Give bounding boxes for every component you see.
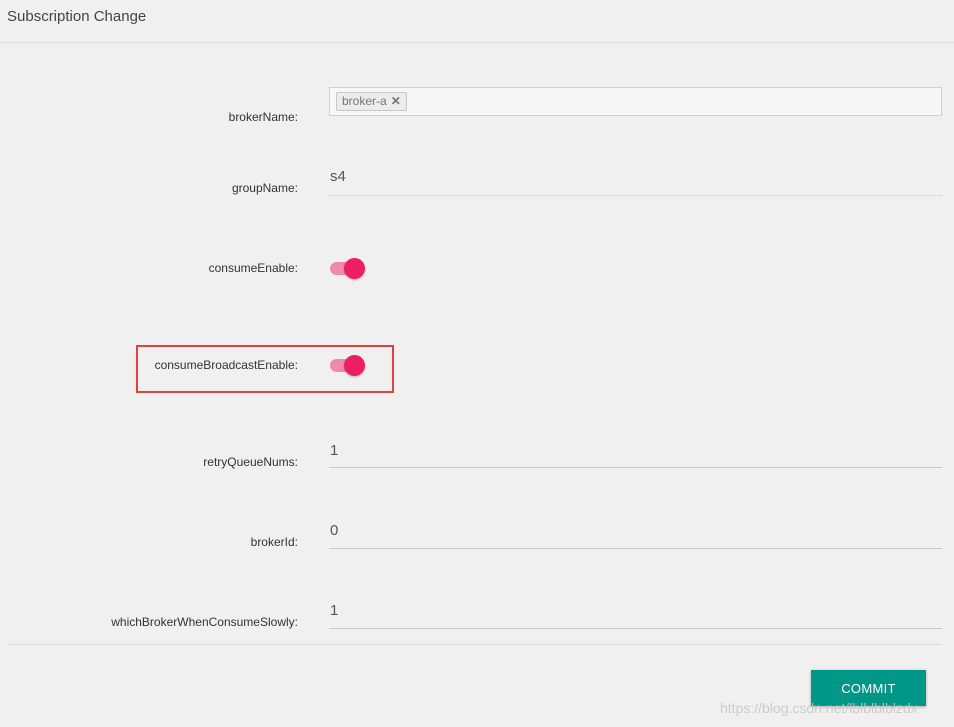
retry-queue-nums-value: 1 — [330, 442, 339, 459]
group-name-field: s4 — [329, 166, 942, 196]
toggle-knob — [344, 258, 365, 279]
retry-queue-nums-label: retryQueueNums: — [203, 455, 298, 469]
group-name-label: groupName: — [231, 181, 298, 195]
consume-enable-toggle[interactable] — [330, 258, 366, 279]
footer-divider — [8, 644, 942, 645]
watermark: https://blog.csdn.net/lblblblblzdx — [720, 700, 918, 716]
chip-remove-icon[interactable]: ✕ — [391, 93, 401, 110]
consume-broadcast-enable-toggle[interactable] — [330, 355, 366, 376]
consume-broadcast-enable-label: consumeBroadcastEnable: — [154, 358, 298, 372]
broker-chip-label: broker-a — [342, 94, 387, 108]
broker-name-select[interactable]: broker-a ✕ — [329, 87, 942, 116]
broker-id-value: 0 — [330, 522, 339, 539]
retry-queue-nums-input[interactable]: 1 — [329, 440, 942, 468]
toggle-knob — [344, 355, 365, 376]
broker-chip: broker-a ✕ — [336, 92, 407, 111]
dialog-title: Subscription Change — [7, 8, 147, 25]
broker-id-label: brokerId: — [250, 535, 298, 549]
which-broker-label: whichBrokerWhenConsumeSlowly: — [111, 615, 298, 629]
subscription-change-dialog: Subscription Change brokerName: broker-a… — [0, 0, 954, 727]
group-name-value: s4 — [330, 168, 346, 185]
broker-name-label: brokerName: — [228, 110, 298, 124]
broker-id-input[interactable]: 0 — [329, 520, 942, 549]
consume-enable-label: consumeEnable: — [208, 261, 298, 275]
dialog-header: Subscription Change — [0, 0, 954, 43]
which-broker-value: 1 — [330, 602, 339, 619]
which-broker-input[interactable]: 1 — [329, 600, 942, 629]
